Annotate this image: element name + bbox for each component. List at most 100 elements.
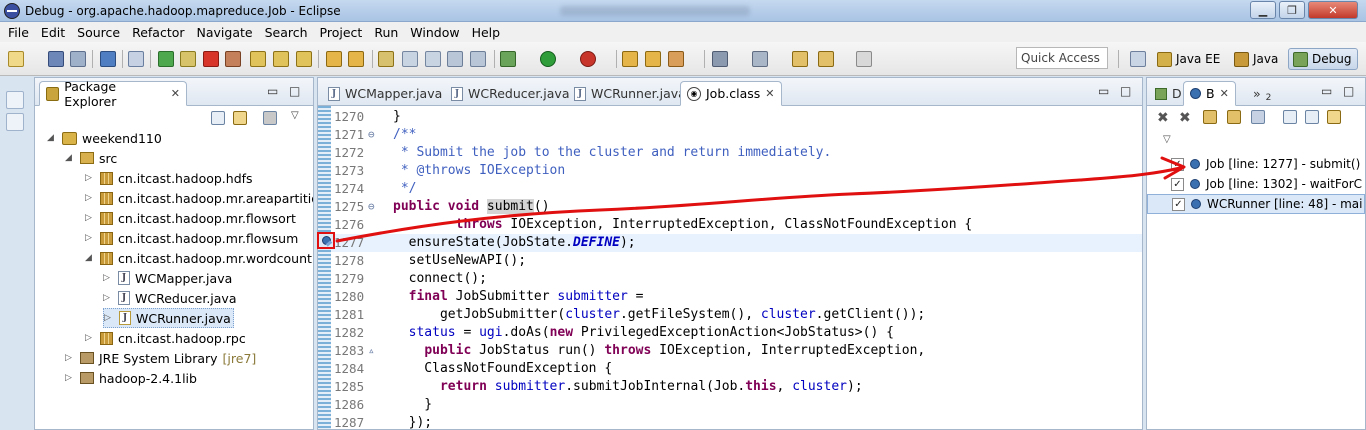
menu-project[interactable]: Project [314, 25, 369, 40]
minimize-view-icon[interactable]: ▭ [1098, 84, 1109, 98]
tree-package-flowsort[interactable]: ▷ cn.itcast.hadoop.mr.flowsort [85, 208, 296, 228]
step-into-icon[interactable] [250, 51, 266, 67]
close-icon[interactable]: ✕ [1220, 87, 1229, 100]
tab-overflow[interactable]: » 2 [1247, 81, 1277, 106]
tree-package-rpc[interactable]: ▷ cn.itcast.hadoop.rpc [85, 328, 246, 348]
code-line[interactable]: 1273 * @throws IOException [331, 162, 1142, 180]
tab-wcreducer[interactable]: J WCReducer.java [445, 81, 575, 106]
code-line[interactable]: 1270} [331, 108, 1142, 126]
new-icon[interactable] [8, 51, 24, 67]
tree-project-weekend110[interactable]: ◢ weekend110 [47, 128, 162, 148]
link-with-editor-icon[interactable] [233, 111, 247, 125]
maximize-button[interactable]: ❐ [1279, 1, 1305, 19]
arrow-right-icon[interactable] [856, 51, 872, 67]
menu-refactor[interactable]: Refactor [126, 25, 190, 40]
step-return-icon[interactable] [296, 51, 312, 67]
tree-jre-library[interactable]: ▷ JRE System Library [jre7] [65, 348, 256, 368]
code-line[interactable]: 1283 ▵ public JobStatus run() throws IOEx… [331, 342, 1142, 360]
collapse-all-icon[interactable] [211, 111, 225, 125]
skip-breakpoints-icon[interactable] [128, 51, 144, 67]
view-menu-icon[interactable]: ▽ [1163, 134, 1171, 145]
collapsed-arrow-icon[interactable]: ▷ [65, 353, 75, 363]
expand-arrow-icon[interactable]: ◢ [85, 253, 95, 263]
tab-package-explorer[interactable]: Package Explorer ✕ [39, 79, 187, 109]
quick-access-input[interactable]: Quick Access [1016, 47, 1108, 69]
vertical-ruler[interactable] [318, 106, 331, 429]
tab-wcmapper[interactable]: J WCMapper.java [322, 81, 448, 106]
run-external-tools-icon[interactable] [580, 51, 596, 67]
debug-icon[interactable] [500, 51, 516, 67]
fold-collapse-icon[interactable]: ⊖ [368, 198, 375, 216]
close-icon[interactable]: ✕ [765, 87, 774, 100]
tree-file-wcrunner[interactable]: ▷ J WCRunner.java [103, 308, 234, 328]
tab-breakpoints[interactable]: B ✕ [1183, 81, 1236, 106]
tab-job-class[interactable]: ◉ Job.class ✕ [680, 81, 782, 106]
collapsed-arrow-icon[interactable]: ▷ [104, 313, 114, 323]
skip-all-icon[interactable] [1251, 110, 1265, 124]
run-icon[interactable] [540, 51, 556, 67]
code-line[interactable]: 1271 ⊖ /** [331, 126, 1142, 144]
close-icon[interactable]: ✕ [171, 87, 180, 100]
toggle-mark-icon[interactable] [402, 51, 418, 67]
menu-search[interactable]: Search [259, 25, 314, 40]
breakpoint-checkbox[interactable]: ✓ [1171, 157, 1184, 171]
collapsed-arrow-icon[interactable]: ▷ [85, 333, 95, 343]
code-line[interactable]: 1281 getJobSubmitter(cluster.getFileSyst… [331, 306, 1142, 324]
last-edit-icon[interactable] [752, 51, 768, 67]
code-line[interactable]: 1286 } [331, 396, 1142, 414]
code-line[interactable]: 1287 }); [331, 414, 1142, 429]
tree-package-wordcount[interactable]: ◢ cn.itcast.hadoop.mr.wordcount [85, 248, 312, 268]
breakpoint-row[interactable]: ✓ Job [line: 1277] - submit() [1171, 154, 1360, 174]
use-step-filters-icon[interactable] [348, 51, 364, 67]
tree-package-areapartition[interactable]: ▷ cn.itcast.hadoop.mr.areapartition [85, 188, 313, 208]
tree-file-wcmapper[interactable]: ▷ J WCMapper.java [103, 268, 232, 288]
arrow-left-icon[interactable] [818, 51, 834, 67]
expand-arrow-icon[interactable]: ◢ [47, 133, 57, 143]
suspend-icon[interactable] [180, 51, 196, 67]
breakpoint-checkbox[interactable]: ✓ [1171, 177, 1184, 191]
tree-package-flowsum[interactable]: ▷ cn.itcast.hadoop.mr.flowsum [85, 228, 298, 248]
collapsed-arrow-icon[interactable]: ▷ [103, 273, 113, 283]
tree-package-hdfs[interactable]: ▷ cn.itcast.hadoop.hdfs [85, 168, 253, 188]
code-line[interactable]: 1278 setUseNewAPI(); [331, 252, 1142, 270]
expand-arrow-icon[interactable]: ◢ [65, 153, 75, 163]
collapsed-arrow-icon[interactable]: ▷ [85, 193, 95, 203]
perspective-java-ee[interactable]: Java EE [1153, 48, 1224, 70]
code-line-current[interactable]: 1277 ensureState(JobState.DEFINE); [331, 234, 1142, 252]
menu-file[interactable]: File [2, 25, 35, 40]
drop-to-frame-icon[interactable] [326, 51, 342, 67]
step-over-icon[interactable] [273, 51, 289, 67]
resume-icon[interactable] [158, 51, 174, 67]
collapsed-arrow-icon[interactable]: ▷ [85, 173, 95, 183]
pencil-icon[interactable] [668, 51, 684, 67]
breakpoint-marker[interactable] [317, 232, 335, 249]
minimize-view-icon[interactable]: ▭ [1321, 84, 1332, 98]
menu-run[interactable]: Run [368, 25, 404, 40]
collapsed-arrow-icon[interactable]: ▷ [85, 213, 95, 223]
show-breakpoints-icon[interactable] [1203, 110, 1217, 124]
minimize-button[interactable]: ▁ [1250, 1, 1276, 19]
expand-all-icon[interactable] [1283, 110, 1297, 124]
back-icon[interactable] [792, 51, 808, 67]
code-line[interactable]: 1279 connect(); [331, 270, 1142, 288]
breakpoint-row-selected[interactable]: ✓ WCRunner [line: 48] - mai [1147, 194, 1365, 214]
save-icon[interactable] [48, 51, 64, 67]
menu-source[interactable]: Source [71, 25, 126, 40]
tab-debug[interactable]: D [1149, 81, 1188, 106]
fold-collapse-icon[interactable]: ⊖ [368, 126, 375, 144]
new-java-project-icon[interactable] [622, 51, 638, 67]
show-whitespace-icon[interactable] [447, 51, 463, 67]
maximize-view-icon[interactable]: □ [1343, 84, 1354, 98]
code-line[interactable]: 1272 * Submit the job to the cluster and… [331, 144, 1142, 162]
code-line[interactable]: 1274 */ [331, 180, 1142, 198]
terminate-icon[interactable] [203, 51, 219, 67]
code-line[interactable]: 1280 final JobSubmitter submitter = [331, 288, 1142, 306]
console-icon[interactable] [100, 51, 116, 67]
open-perspective-icon[interactable] [1130, 51, 1146, 67]
filter-icon[interactable] [263, 111, 277, 125]
save-all-icon[interactable] [70, 51, 86, 67]
open-folder-icon[interactable] [645, 51, 661, 67]
code-line[interactable]: 1282 status = ugi.doAs(new PrivilegedExc… [331, 324, 1142, 342]
remove-icon[interactable]: ✖ [1157, 110, 1169, 126]
open-type-icon[interactable] [378, 51, 394, 67]
